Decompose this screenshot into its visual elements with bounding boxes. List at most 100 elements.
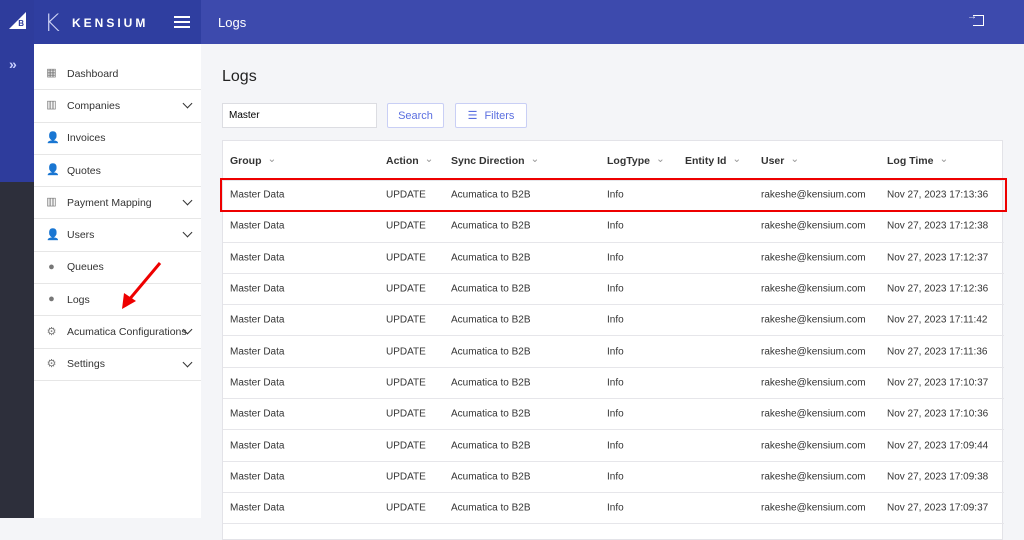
table-cell: Nov 27, 2023 17:12:36 bbox=[887, 283, 989, 295]
table-row[interactable]: Master Data UPDATE Acumatica to B2B Info rak… bbox=[223, 211, 1004, 243]
table-cell: Master Data bbox=[230, 408, 285, 420]
table-cell: Acumatica to B2B bbox=[451, 346, 531, 358]
table-cell: Info bbox=[607, 252, 624, 264]
table-cell: rakeshe@kensium.com bbox=[761, 502, 866, 514]
gear-icon: ⚙ bbox=[46, 325, 57, 338]
sidebar-item-label: Payment Mapping bbox=[67, 196, 152, 209]
sidebar-item-payment-mapping[interactable]: ▥ Payment Mapping bbox=[34, 187, 201, 220]
sidebar-item-invoices[interactable]: 👤 Invoices bbox=[34, 123, 201, 155]
sidebar-item-label: Settings bbox=[67, 358, 105, 371]
gear-icon: ⚙ bbox=[46, 357, 57, 370]
header-title: Logs bbox=[218, 15, 247, 30]
table-row[interactable]: Master Data UPDATE Acumatica to B2B Info rak… bbox=[223, 399, 1004, 431]
table-cell: Acumatica to B2B bbox=[451, 252, 531, 264]
sidebar-item-users[interactable]: 👤 Users bbox=[34, 219, 201, 252]
column-header[interactable]: LogType bbox=[607, 155, 665, 167]
logout-icon[interactable] bbox=[967, 11, 984, 26]
column-header[interactable]: Log Time bbox=[887, 155, 948, 167]
search-button[interactable]: Search bbox=[387, 103, 444, 128]
filter-icon: ☰ bbox=[467, 110, 478, 122]
table-row[interactable]: Master Data UPDATE Acumatica to B2B Info rak… bbox=[223, 305, 1004, 337]
sidebar-item-label: Quotes bbox=[67, 164, 101, 177]
sidebar-item-label: Invoices bbox=[67, 132, 106, 145]
table-cell: Nov 27, 2023 17:09:38 bbox=[887, 471, 989, 483]
table-header: Group Action Sync Direction LogType Entity I… bbox=[223, 141, 1004, 181]
table-row[interactable]: Master Data UPDATE Acumatica to B2B Info rak… bbox=[223, 430, 1004, 462]
highlight-box bbox=[220, 178, 1007, 212]
table-cell: UPDATE bbox=[386, 314, 426, 326]
table-cell: Master Data bbox=[230, 346, 285, 358]
sidebar-item-label: Logs bbox=[67, 293, 90, 306]
chevron-down-icon[interactable] bbox=[182, 195, 193, 206]
table-cell: Acumatica to B2B bbox=[451, 220, 531, 232]
chevron-down-icon[interactable] bbox=[182, 357, 193, 368]
table-cell: rakeshe@kensium.com bbox=[761, 440, 866, 452]
sidebar-item-label: Dashboard bbox=[67, 67, 119, 80]
chevron-down-icon[interactable] bbox=[182, 228, 193, 238]
sidebar-item-dashboard[interactable]: ▦ Dashboard bbox=[34, 58, 201, 91]
building-icon: ▥ bbox=[46, 196, 57, 209]
table-row[interactable]: Master Data UPDATE Acumatica to B2B Info rak… bbox=[223, 493, 1004, 525]
table-cell: rakeshe@kensium.com bbox=[761, 252, 866, 264]
table-cell: Info bbox=[607, 408, 624, 420]
table-cell: rakeshe@kensium.com bbox=[761, 377, 866, 389]
table-cell: Info bbox=[607, 346, 624, 358]
building-icon: ▥ bbox=[46, 99, 57, 112]
user-icon: 👤 bbox=[46, 164, 60, 177]
brand-bar: K KENSIUM bbox=[34, 0, 201, 44]
table-cell: UPDATE bbox=[386, 283, 426, 295]
table-cell: Acumatica to B2B bbox=[451, 283, 531, 295]
user-icon: 👤 bbox=[46, 131, 60, 144]
table-cell: UPDATE bbox=[386, 408, 426, 420]
table-cell: Nov 27, 2023 17:10:37 bbox=[887, 377, 989, 389]
table-row[interactable]: Master Data UPDATE Acumatica to B2B Info rak… bbox=[223, 337, 1004, 368]
table-cell: Info bbox=[607, 314, 624, 326]
table-cell: UPDATE bbox=[386, 471, 426, 483]
table-cell: Nov 27, 2023 17:11:36 bbox=[887, 346, 988, 358]
red-arrow-annotation bbox=[122, 262, 162, 309]
table-row[interactable]: Master Data UPDATE Acumatica to B2B Info rak… bbox=[223, 462, 1004, 493]
table-cell: Info bbox=[607, 220, 624, 232]
table-cell: Master Data bbox=[230, 440, 285, 452]
table-row[interactable]: Master Data UPDATE Acumatica to B2B Info rak… bbox=[223, 368, 1004, 400]
column-header[interactable]: User bbox=[761, 155, 799, 167]
menu-icon[interactable] bbox=[174, 16, 190, 28]
table-cell: Master Data bbox=[230, 377, 285, 389]
sidebar-item-acumatica-configurations[interactable]: ⚙ Acumatica Configurations bbox=[34, 316, 201, 349]
table-cell: Nov 27, 2023 17:11:42 bbox=[887, 314, 988, 326]
column-header[interactable]: Group bbox=[230, 155, 276, 167]
table-cell: Nov 27, 2023 17:09:37 bbox=[887, 502, 989, 514]
column-header[interactable]: Action bbox=[386, 155, 433, 167]
sidebar-item-settings[interactable]: ⚙ Settings bbox=[34, 349, 201, 381]
sidebar-item-label: Companies bbox=[67, 99, 121, 112]
table-cell: Master Data bbox=[230, 471, 285, 483]
table-cell: Acumatica to B2B bbox=[451, 471, 531, 483]
table-cell: Master Data bbox=[230, 283, 285, 295]
table-cell: rakeshe@kensium.com bbox=[761, 314, 866, 326]
table-cell: Master Data bbox=[230, 502, 285, 514]
filters-button[interactable]: ☰ Filters bbox=[455, 103, 527, 128]
table-cell: Info bbox=[607, 471, 624, 483]
expand-icon[interactable]: » bbox=[9, 56, 17, 72]
sidebar-item-companies[interactable]: ▥ Companies bbox=[34, 90, 201, 123]
sidebar-item-quotes[interactable]: 👤 Quotes bbox=[34, 155, 201, 188]
table-cell: Info bbox=[607, 502, 624, 514]
column-header[interactable]: Entity Id bbox=[685, 155, 741, 167]
column-header[interactable]: Sync Direction bbox=[451, 155, 539, 167]
table-cell: Acumatica to B2B bbox=[451, 502, 531, 514]
table-row[interactable]: Master Data UPDATE Acumatica to B2B Info rak… bbox=[223, 274, 1004, 306]
table-cell: Acumatica to B2B bbox=[451, 408, 531, 420]
table-row[interactable]: Master Data UPDATE Acumatica to B2B Info rak… bbox=[223, 243, 1004, 274]
brand-name: KENSIUM bbox=[72, 16, 149, 30]
table-cell: UPDATE bbox=[386, 252, 426, 264]
table-cell: Acumatica to B2B bbox=[451, 314, 531, 326]
search-input[interactable] bbox=[222, 103, 377, 128]
chevron-down-icon[interactable] bbox=[182, 98, 193, 109]
table-cell: Nov 27, 2023 17:12:37 bbox=[887, 252, 989, 264]
table-cell: Nov 27, 2023 17:12:38 bbox=[887, 220, 989, 232]
table-cell: rakeshe@kensium.com bbox=[761, 220, 866, 232]
table-cell: Info bbox=[607, 283, 624, 295]
table-cell: Master Data bbox=[230, 314, 285, 326]
table-cell: UPDATE bbox=[386, 440, 426, 452]
table-cell: UPDATE bbox=[386, 220, 426, 232]
